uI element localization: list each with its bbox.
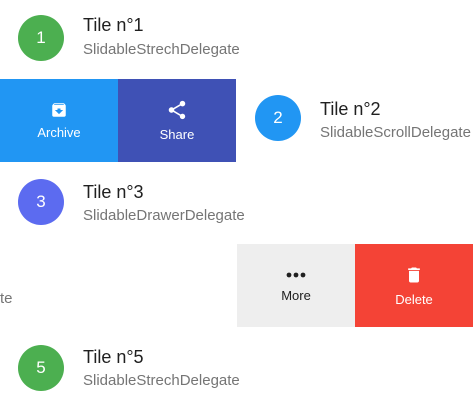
tile-subtitle-fragment: te (0, 290, 13, 307)
tile-subtitle: SlidableStrechDelegate (83, 372, 240, 389)
avatar: 1 (18, 15, 64, 61)
list-tile-1[interactable]: 1 Tile n°1 SlidableStrechDelegate (0, 0, 474, 83)
share-label: Share (159, 127, 195, 142)
avatar: 3 (18, 179, 64, 225)
tile-subtitle: SlidableStrechDelegate (83, 41, 240, 58)
tile-title: Tile n°2 (320, 99, 381, 119)
tile-title: Tile n°3 (83, 182, 144, 202)
list-tile-5[interactable]: 5 Tile n°5 SlidableStrechDelegate (0, 327, 474, 410)
tile-subtitle: SlidableScrollDelegate (320, 124, 471, 141)
more-button[interactable]: More (237, 244, 355, 327)
list-tile-4[interactable]: te More Delete (0, 244, 474, 327)
archive-label: Archive (37, 125, 81, 140)
tile-title: Tile n°1 (83, 15, 144, 35)
more-label: More (281, 288, 311, 303)
delete-icon (408, 267, 420, 283)
list-tile-2[interactable]: Archive Share 2 Tile n°2 SlidableScrollD… (0, 79, 474, 162)
avatar: 2 (255, 95, 301, 141)
delete-button[interactable]: Delete (355, 244, 473, 327)
archive-icon (52, 103, 66, 117)
more-horiz-icon (286, 272, 306, 278)
share-button[interactable]: Share (118, 79, 236, 162)
avatar: 5 (18, 345, 64, 391)
archive-button[interactable]: Archive (0, 79, 118, 162)
list-tile-3[interactable]: 3 Tile n°3 SlidableDrawerDelegate (0, 162, 474, 245)
share-icon (168, 100, 186, 120)
delete-label: Delete (395, 292, 433, 307)
tile-subtitle: SlidableDrawerDelegate (83, 207, 245, 224)
tile-title: Tile n°5 (83, 347, 144, 367)
